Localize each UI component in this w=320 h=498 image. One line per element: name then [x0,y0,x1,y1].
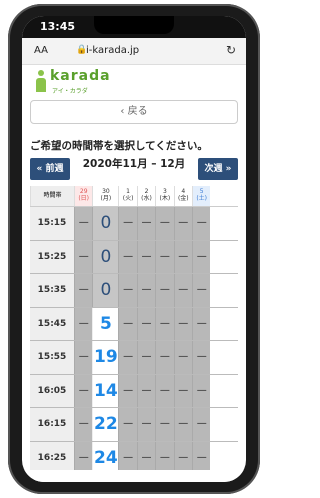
unavailable-slot-cell: — [136,307,156,340]
url-text[interactable]: i-karada.jp [86,45,139,56]
slot-count-cell: 0 [92,240,119,273]
unavailable-slot-cell: — [136,374,156,407]
week-navigation: « 前週 2020年11月 – 12月 次週 » [30,158,238,182]
unavailable-slot-cell: — [192,307,211,340]
unavailable-slot-cell: — [192,274,211,307]
day-header: 30 (月) [92,186,119,206]
unavailable-slot-cell: — [118,240,137,273]
home-bar [22,470,246,482]
next-week-button[interactable]: 次週 » [198,158,238,180]
unavailable-slot-cell: — [155,374,174,407]
unavailable-slot-cell: — [74,274,93,307]
slot-count-cell[interactable]: 22 [92,408,119,441]
unavailable-slot-cell: — [155,274,174,307]
day-header: 1 (火) [118,186,137,206]
unavailable-slot-cell: — [173,307,192,340]
date-range: 2020年11月 – 12月 [82,158,186,170]
unavailable-slot-cell: — [173,274,192,307]
reader-aa-button[interactable]: AA [34,45,48,56]
time-slot-label: 15:55 [30,341,74,374]
unavailable-slot-cell: — [155,341,174,374]
logo-name: karada [50,68,111,84]
unavailable-slot-cell: — [155,307,174,340]
day-header: 3 (木) [155,186,174,206]
phone-frame: 13:45 AA 🔒 i-karada.jp ↻ karada アイ・カラダ ‹… [8,4,260,494]
slot-count-cell[interactable]: 19 [92,341,119,374]
slot-count-cell[interactable]: 5 [92,307,119,340]
phone-screen: 13:45 AA 🔒 i-karada.jp ↻ karada アイ・カラダ ‹… [22,16,246,482]
table-row: 15:55—19— — — — — [30,341,238,375]
unavailable-slot-cell: — [173,408,192,441]
slot-count-cell: 0 [92,207,119,240]
unavailable-slot-cell: — [155,408,174,441]
reload-icon[interactable]: ↻ [226,43,236,57]
unavailable-slot-cell: — [118,274,137,307]
back-button[interactable]: ‹ 戻る [30,100,238,124]
unavailable-slot-cell: — [136,207,156,240]
unavailable-slot-cell: — [118,374,137,407]
unavailable-slot-cell: — [192,207,211,240]
unavailable-slot-cell: — [192,240,211,273]
unavailable-slot-cell: — [173,207,192,240]
unavailable-slot-cell: — [136,341,156,374]
time-column-header: 時間帯 [30,186,74,206]
unavailable-slot-cell: — [74,374,93,407]
table-row: 15:15—0— — — — — [30,207,238,241]
unavailable-slot-cell: — [192,374,211,407]
notch [94,16,174,34]
table-row: 16:15—22— — — — — [30,408,238,442]
unavailable-slot-cell: — [192,408,211,441]
table-row: 15:25—0— — — — — [30,240,238,274]
table-row: 15:35—0— — — — — [30,274,238,308]
unavailable-slot-cell: — [74,307,93,340]
unavailable-slot-cell: — [136,274,156,307]
table-row: 15:45—5— — — — — [30,307,238,341]
time-slot-label: 16:15 [30,408,74,441]
logo-subtitle: アイ・カラダ [52,88,88,95]
table-row: 16:05—14— — — — — [30,374,238,408]
unavailable-slot-cell: — [118,408,137,441]
time-slot-label: 16:05 [30,374,74,407]
unavailable-slot-cell: — [74,408,93,441]
unavailable-slot-cell: — [155,207,174,240]
unavailable-slot-cell: — [136,240,156,273]
day-header: 29 (日) [74,186,93,206]
slot-count-cell[interactable]: 14 [92,374,119,407]
unavailable-slot-cell: — [118,307,137,340]
prev-week-button[interactable]: « 前週 [30,158,70,180]
unavailable-slot-cell: — [74,207,93,240]
time-slot-label: 15:35 [30,274,74,307]
slot-count-cell: 0 [92,274,119,307]
unavailable-slot-cell: — [173,374,192,407]
time-slot-label: 15:15 [30,207,74,240]
table-header-row: 時間帯 29 (日) 30 (月) 1 (火) 2 (水) 3 (木) 4 (金) 5 (土) [30,186,238,207]
unavailable-slot-cell: — [74,240,93,273]
unavailable-slot-cell: — [155,240,174,273]
page-title: ご希望の時間帯を選択してください。 [30,140,208,152]
schedule-table: 時間帯 29 (日) 30 (月) 1 (火) 2 (水) 3 (木) 4 (金) 5 (土) 15:15—… [30,186,238,482]
unavailable-slot-cell: — [74,341,93,374]
unavailable-slot-cell: — [173,341,192,374]
browser-url-bar[interactable]: AA 🔒 i-karada.jp ↻ [22,38,246,65]
status-time: 13:45 [40,20,76,33]
unavailable-slot-cell: — [173,240,192,273]
day-header: 5 (土) [192,186,211,206]
time-slot-label: 15:45 [30,307,74,340]
status-bar: 13:45 [22,16,246,38]
logo-figure-icon [36,70,46,92]
unavailable-slot-cell: — [136,408,156,441]
day-header: 2 (水) [136,186,156,206]
day-header: 4 (金) [173,186,192,206]
unavailable-slot-cell: — [118,207,137,240]
unavailable-slot-cell: — [118,341,137,374]
time-slot-label: 15:25 [30,240,74,273]
unavailable-slot-cell: — [192,341,211,374]
